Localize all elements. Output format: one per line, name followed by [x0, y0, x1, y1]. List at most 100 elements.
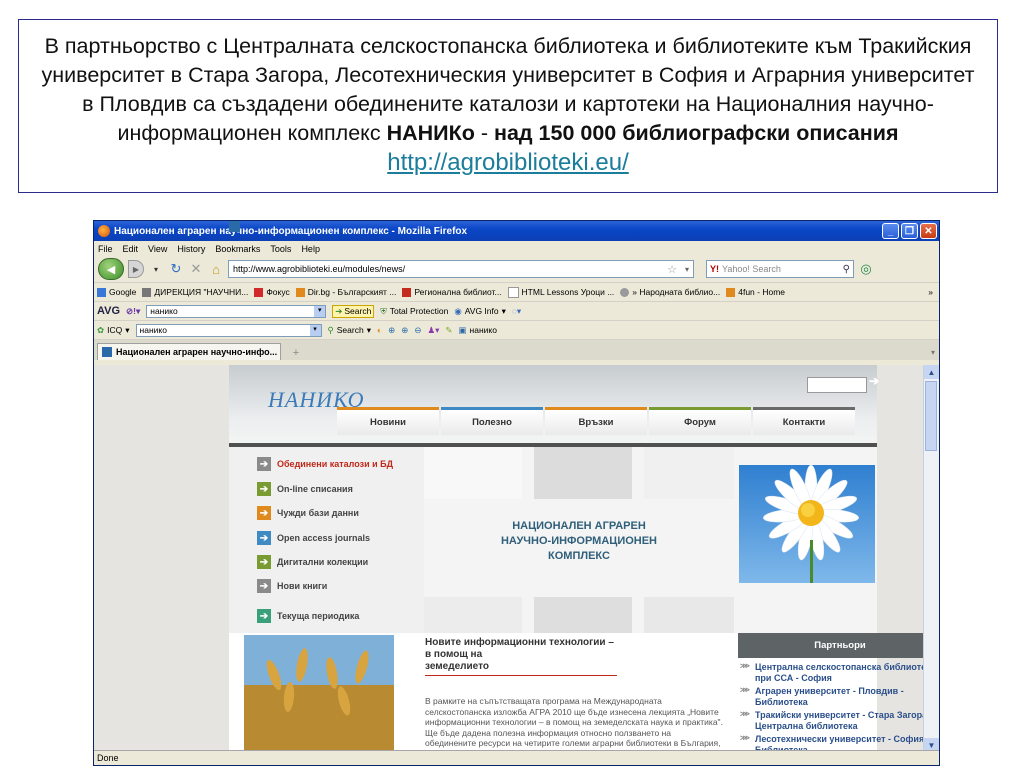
banner-line: КОМПЛЕКС [548, 550, 610, 562]
slide-caption: В партньорство с Централната селскостопа… [18, 19, 998, 193]
menu-foreign-databases[interactable]: ➔ Чужди бази данни [257, 506, 359, 520]
bookmark-html-lessons[interactable]: HTML Lessons Уроци ... [507, 286, 614, 298]
banner-title: НАЦИОНАЛЕН АГРАРЕН НАУЧНО-ИНФОРМАЦИОНЕН … [469, 519, 689, 564]
bookmark-icon [402, 287, 412, 297]
tab-list-icon[interactable]: ▾ [927, 348, 939, 360]
stop-icon[interactable]: ✕ [188, 261, 204, 277]
back-button[interactable]: ◀ [98, 258, 124, 280]
menu-file[interactable]: File [98, 244, 113, 254]
reload-icon[interactable]: ↻ [168, 261, 184, 277]
user-icon[interactable]: ♟▾ [428, 325, 440, 336]
close-button[interactable]: ✕ [920, 223, 937, 239]
caption-link[interactable]: http://agrobiblioteki.eu/ [387, 149, 629, 176]
search-bar[interactable]: Y! Yahoo! Search ⚲ [706, 260, 854, 278]
avg-search-engine-icon[interactable]: ⊘!▾ [126, 306, 140, 317]
menu-current-periodicals[interactable]: ➔ Текуща периодика [257, 609, 359, 623]
partners-title: Партньори [738, 633, 924, 658]
icq-highlight-button[interactable]: ▣ нанико [459, 325, 497, 336]
firefox-icon [98, 225, 110, 237]
home-icon[interactable]: ⌂ [208, 261, 224, 277]
menu-catalogs[interactable]: ➔ Обединени каталози и БД [257, 457, 393, 471]
avg-search-input[interactable]: нанико ▾ [146, 304, 327, 318]
bookmark-icon [620, 287, 630, 297]
url-dropdown-icon[interactable]: ▾ [681, 265, 693, 274]
partner-item[interactable]: ⋙ Централна селскостопанска библиотека пр… [738, 662, 924, 683]
bookmark-direkciya[interactable]: ДИРЕКЦИЯ "НАУЧНИ... [142, 287, 248, 297]
bookmark-fokus[interactable]: Фокус [254, 287, 290, 297]
bookmark-regional-library[interactable]: Регионална библиот... [402, 287, 502, 297]
nav-useful[interactable]: Полезно [441, 407, 543, 435]
vertical-scrollbar[interactable]: ▲ ▼ [923, 365, 939, 752]
pen-icon[interactable]: ✎ [445, 325, 452, 336]
scroll-up-icon[interactable]: ▲ [924, 365, 939, 379]
article-title[interactable]: Новите информационни технологии – в помо… [425, 637, 617, 676]
icq-search-input[interactable]: нанико ▾ [135, 323, 322, 337]
partner-item[interactable]: ⋙ Тракийски университет - Стара Загора - … [738, 710, 924, 731]
forward-button[interactable]: ▶ [128, 260, 144, 278]
bookmark-4fun[interactable]: 4fun - Home [726, 287, 785, 297]
zoom-in-icon[interactable]: ⊕ [388, 325, 395, 336]
dropdown-icon: ▾ [309, 324, 321, 336]
avg-info-button[interactable]: ◉ AVG Info ▾ [454, 306, 506, 317]
total-protection-button[interactable]: ⛨ Total Protection [380, 306, 448, 317]
partner-label: Аграрен университет - Пловдив - Библиоте… [755, 686, 904, 707]
site-search-input[interactable] [807, 377, 867, 393]
nav-forum[interactable]: Форум [649, 407, 751, 435]
tab-bar: Национален аграрен научно-инфо... + ▾ [94, 339, 939, 360]
menu-history[interactable]: History [177, 244, 205, 254]
arrow-icon: ➔ [257, 609, 271, 623]
site-search-arrow-icon[interactable]: ➔ [869, 374, 879, 388]
menu-bookmarks[interactable]: Bookmarks [215, 244, 260, 254]
bookmarks-overflow-icon[interactable]: » [928, 287, 939, 297]
menu-label: Нови книги [277, 581, 328, 591]
minimize-button[interactable]: _ [882, 223, 899, 239]
highlight-icon[interactable]: ◐ [377, 325, 382, 335]
bookmark-label: 4fun - Home [738, 287, 786, 297]
arrow-icon: ➔ [257, 555, 271, 569]
link-icon: ⋙ [740, 711, 750, 718]
addon-icon[interactable]: ◎ [858, 261, 874, 277]
nav-links[interactable]: Връзки [545, 407, 647, 435]
menu-view[interactable]: View [148, 244, 167, 254]
bookmark-dirbg[interactable]: Dir.bg - Българският ... [295, 287, 396, 297]
avg-search-value: нанико [150, 306, 178, 316]
bookmark-icon [254, 287, 264, 297]
new-tab-icon[interactable]: + [285, 345, 307, 360]
menu-help[interactable]: Help [301, 244, 320, 254]
partner-item[interactable]: ⋙ Аграрен университет - Пловдив - Библиот… [738, 686, 924, 707]
tab-title: Национален аграрен научно-инфо... [116, 347, 278, 357]
navigation-bar: ◀ ▶ ▾ ↻ ✕ ⌂ http://www.agrobiblioteki.eu… [94, 221, 939, 282]
find-icon: ▣ [458, 324, 467, 335]
site-favicon-icon [229, 221, 240, 232]
icq-search-button[interactable]: ⚲ Search ▾ [328, 325, 371, 336]
icq-button[interactable]: ✿ ICQ ▾ [97, 325, 130, 336]
menu-online-journals[interactable]: ➔ On-line списания [257, 482, 353, 496]
zoom-out-icon[interactable]: ⊖ [414, 325, 421, 336]
bookmark-google[interactable]: Google [97, 287, 136, 297]
bookmark-national-library[interactable]: » Народната библио... [620, 287, 720, 297]
status-text: Done [97, 753, 119, 763]
nav-contacts[interactable]: Контакти [753, 407, 855, 435]
scroll-thumb[interactable] [925, 381, 937, 451]
tab-naniko[interactable]: Национален аграрен научно-инфо... [97, 343, 281, 360]
avg-search-button[interactable]: ➔ Search [332, 304, 375, 318]
dropdown-icon: ▾ [501, 305, 506, 316]
search-magnifier-icon[interactable]: ⚲ [843, 264, 853, 275]
menu-tools[interactable]: Tools [270, 244, 291, 254]
avg-logo[interactable]: AVG [97, 305, 120, 317]
partner-label: Централна селскостопанска библиотека при… [755, 662, 924, 683]
maximize-button[interactable]: ❐ [901, 223, 918, 239]
menu-new-books[interactable]: ➔ Нови книги [257, 579, 327, 593]
bookmark-label: Google [109, 287, 137, 297]
bookmark-icon [726, 287, 736, 297]
menu-open-access[interactable]: ➔ Open access journals [257, 531, 370, 545]
menu-digital-collections[interactable]: ➔ Дигитални колекции [257, 555, 368, 569]
history-dropdown-icon[interactable]: ▾ [148, 261, 164, 277]
banner-line: НАУЧНО-ИНФОРМАЦИОНЕН [500, 535, 658, 547]
bookmark-star-icon[interactable]: ☆ [667, 263, 677, 276]
nav-news[interactable]: Новини [337, 407, 439, 435]
zoom-icon[interactable]: ⊕ [401, 325, 408, 336]
avg-extra-icon[interactable]: ◌▾ [512, 306, 521, 317]
menu-edit[interactable]: Edit [123, 244, 139, 254]
url-bar[interactable]: http://www.agrobiblioteki.eu/modules/new… [228, 221, 694, 278]
